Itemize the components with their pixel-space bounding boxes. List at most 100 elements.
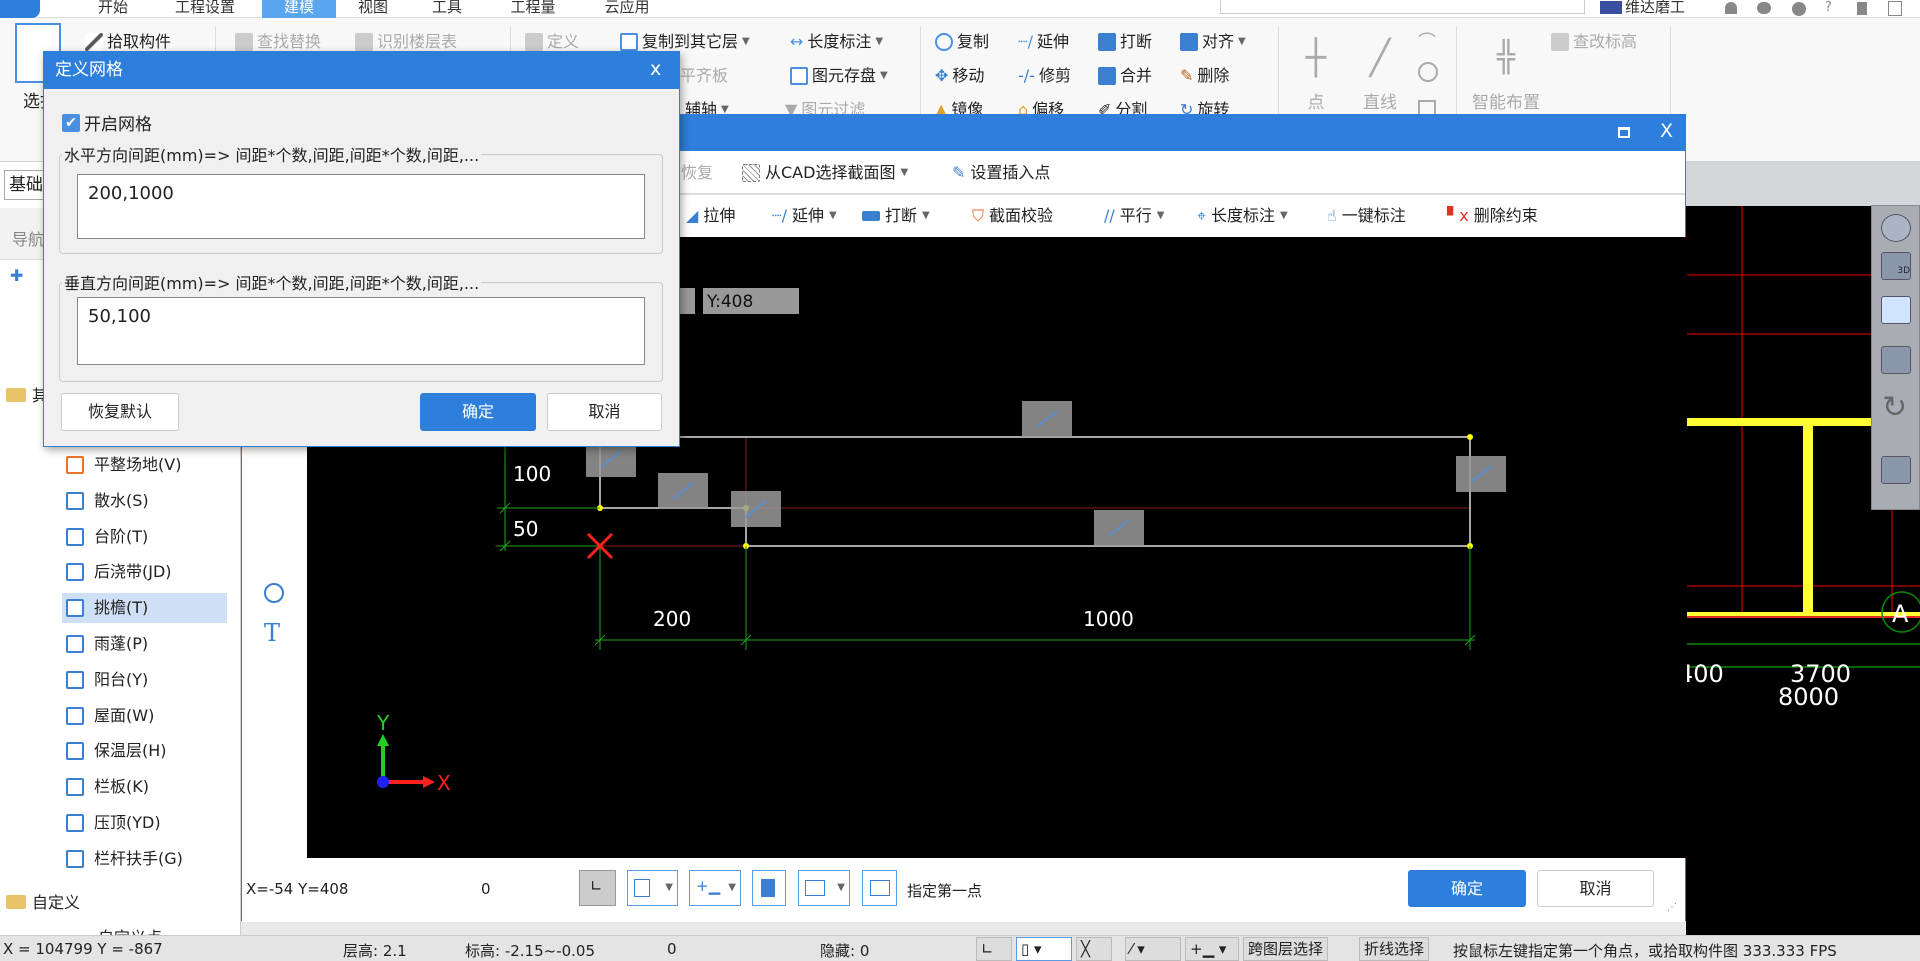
extend-button[interactable]: ┈/延伸 <box>1018 29 1069 55</box>
rotate-view-icon[interactable]: ↻ <box>1882 390 1907 425</box>
cross-layer-select-button[interactable]: 跨图层选择 <box>1243 937 1329 961</box>
pin-icon[interactable] <box>1857 2 1867 15</box>
sidebar-item[interactable]: 栏板(K) <box>62 772 227 802</box>
display-dropdown[interactable]: ▼ <box>798 870 850 906</box>
custom-group[interactable]: 自定义 <box>32 889 80 913</box>
cancel-button[interactable]: 取消 <box>1537 870 1654 907</box>
snap-dropdown[interactable]: ▼ <box>627 870 678 906</box>
trim-button[interactable]: -/- 修剪 <box>1018 63 1071 89</box>
bell-icon[interactable] <box>1725 2 1737 14</box>
circle-tool-icon[interactable] <box>264 583 284 603</box>
select-from-cad-button[interactable]: 从CAD选择截面图 ▼ <box>742 157 908 189</box>
stretch-icon: ◢ <box>686 206 699 225</box>
box-view-icon[interactable] <box>1881 346 1911 374</box>
sidebar-item[interactable]: 挑檐(T) <box>62 593 227 624</box>
export-icon[interactable] <box>1888 1 1902 16</box>
vertical-spacing-input[interactable]: 50,100 <box>77 297 645 365</box>
cancel-button[interactable]: 取消 <box>547 393 662 431</box>
sidebar-item[interactable]: 平整场地(V) <box>62 450 227 480</box>
dim-snap-dropdown[interactable]: +▁ ▾ <box>1185 937 1239 961</box>
merge-button[interactable]: 合并 <box>1098 63 1152 89</box>
prompt-text: 指定第一点 <box>907 882 983 900</box>
arc-icon[interactable]: ⌒ <box>1418 28 1436 54</box>
coords-readout: X=-54 Y=408 <box>246 880 349 898</box>
point-button[interactable]: ┼ 点 <box>1292 28 1340 118</box>
polyline-select-button[interactable]: 折线选择 <box>1359 937 1430 961</box>
top-view-icon[interactable] <box>1881 296 1911 324</box>
tab-view[interactable]: 视图 <box>352 0 394 18</box>
stretch-button[interactable]: ◢ 拉伸 <box>686 200 735 232</box>
chat-icon[interactable] <box>1757 2 1771 14</box>
maximize-icon[interactable] <box>1618 127 1630 138</box>
line-snap-dropdown[interactable]: ⁄ ▾ <box>1125 937 1181 961</box>
section-outline <box>599 436 1471 547</box>
line-button[interactable]: ╱ 直线 <box>1356 28 1404 118</box>
ortho-toggle[interactable]: ∟ <box>976 937 1012 961</box>
sidebar-item[interactable]: 压顶(YD) <box>62 808 227 838</box>
tab-start[interactable]: 开始 <box>92 0 134 18</box>
resize-grip-icon[interactable]: ⋰ <box>1667 902 1677 913</box>
hidden-count: 隐藏: 0 <box>820 942 870 960</box>
close-button[interactable]: x <box>650 58 661 80</box>
break-button[interactable]: 打断 <box>1098 29 1152 55</box>
3d-view-icon[interactable]: 3D <box>1881 252 1911 280</box>
section-check-button[interactable]: ⛉ 截面校验 <box>972 200 1053 232</box>
tab-modeling[interactable]: 建模 <box>262 0 336 18</box>
tab-cloud[interactable]: 云应用 <box>598 0 656 18</box>
app-logo[interactable] <box>0 0 40 18</box>
custom-point-item[interactable]: 自定义点 <box>98 924 162 935</box>
sidebar-item[interactable]: 阳台(Y) <box>62 665 227 695</box>
enable-grid-checkbox[interactable]: ✔ 开启网格 <box>62 110 152 135</box>
delete-button[interactable]: ✎ 删除 <box>1180 63 1229 89</box>
search-input[interactable] <box>1220 0 1585 14</box>
ok-button[interactable]: 确定 <box>420 393 536 431</box>
user-name[interactable]: 维达磨工 <box>1625 0 1705 18</box>
vertex-point <box>1467 434 1473 440</box>
sidebar-item[interactable]: 后浇带(JD) <box>62 557 227 587</box>
add-icon[interactable]: ✚ <box>10 266 23 285</box>
check-elevation-button[interactable]: 查改标高 <box>1551 29 1637 55</box>
flush-slab-button[interactable]: 平齐板 <box>680 63 728 89</box>
smart-layout-button[interactable]: ╬ 智能布置 <box>1466 28 1546 118</box>
sidebar-item[interactable]: 台阶(T) <box>62 522 227 552</box>
point-snap-button[interactable] <box>752 870 786 906</box>
length-dim-button[interactable]: ↔ 长度标注 ▼ <box>790 29 883 55</box>
copy-button[interactable]: 复制 <box>935 29 989 55</box>
set-insert-point-button[interactable]: ✎ 设置插入点 <box>952 157 1050 189</box>
sidebar-item[interactable]: 雨蓬(P) <box>62 629 227 659</box>
auto-dim-button[interactable]: ☝ 一键标注 <box>1327 200 1406 232</box>
dimension-snap-dropdown[interactable]: +▁ ▼ <box>689 870 741 906</box>
horizontal-spacing-input[interactable]: 200,1000 <box>77 174 645 239</box>
align-button[interactable]: 对齐 ▼ <box>1180 29 1246 55</box>
sidebar-item[interactable]: 屋面(W) <box>62 701 227 731</box>
close-icon[interactable]: X <box>1660 120 1673 142</box>
text-tool-icon[interactable]: T <box>264 619 280 647</box>
layer-list-icon[interactable] <box>1881 456 1911 484</box>
orbit-icon[interactable] <box>1881 214 1911 242</box>
circle-icon[interactable] <box>1418 62 1438 82</box>
length-dim-button[interactable]: ⌖ 长度标注 ▼ <box>1197 200 1288 232</box>
ok-button[interactable]: 确定 <box>1408 870 1526 907</box>
hand-pointer-icon: ☝ <box>1327 206 1337 225</box>
hint-button[interactable] <box>862 870 897 906</box>
snap-dropdown[interactable]: ▯ ▾ <box>1016 937 1072 961</box>
tab-quantity[interactable]: 工程量 <box>503 0 563 18</box>
save-elements-button[interactable]: 图元存盘 ▼ <box>790 63 888 89</box>
sidebar-item[interactable]: 保温层(H) <box>62 736 227 766</box>
move-button[interactable]: ✥ 移动 <box>935 63 984 89</box>
snap-icon <box>634 879 650 897</box>
cross-icon[interactable]: ╳ <box>1076 937 1112 961</box>
tab-tools[interactable]: 工具 <box>427 0 467 18</box>
tab-project-settings[interactable]: 工程设置 <box>166 0 244 18</box>
delete-constraint-button[interactable]: ▘x 删除约束 <box>1447 200 1538 232</box>
sidebar-item[interactable]: 栏杆扶手(G) <box>62 844 227 874</box>
restore-button[interactable]: 恢复 <box>681 157 713 189</box>
extend-button[interactable]: ┈/延伸 ▼ <box>772 200 837 232</box>
ortho-toggle[interactable]: ∟ <box>579 870 616 906</box>
settings-icon[interactable] <box>1792 2 1806 16</box>
parallel-button[interactable]: //平行 ▼ <box>1104 200 1165 232</box>
restore-default-button[interactable]: 恢复默认 <box>61 393 179 431</box>
sidebar-item[interactable]: 散水(S) <box>62 486 227 516</box>
help-icon[interactable]: ? <box>1825 0 1832 15</box>
break-button[interactable]: 打断 ▼ <box>862 200 930 232</box>
